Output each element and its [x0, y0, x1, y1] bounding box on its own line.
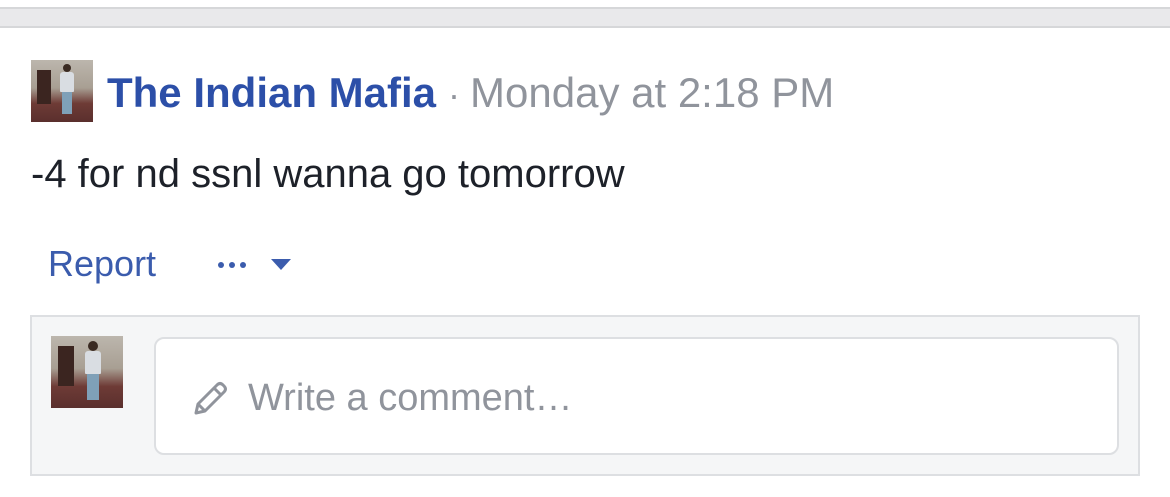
post-timestamp[interactable]: Monday at 2:18 PM: [470, 69, 834, 116]
divider-band: [0, 7, 1170, 28]
comment-placeholder: Write a comment…: [248, 377, 573, 419]
author-name-link[interactable]: The Indian Mafia: [107, 69, 436, 116]
caret-down-icon: [271, 259, 291, 270]
comment-composer: Write a comment…: [30, 315, 1140, 476]
header-separator: ·: [448, 74, 461, 115]
author-avatar[interactable]: [31, 60, 93, 122]
post-actions: Report: [48, 240, 291, 288]
post-card: The Indian Mafia · Monday at 2:18 PM -4 fo…: [0, 30, 1170, 497]
feed-divider: [0, 0, 1170, 30]
report-link[interactable]: Report: [48, 240, 156, 288]
post-header: The Indian Mafia · Monday at 2:18 PM: [107, 68, 834, 118]
ellipsis-icon: [240, 262, 246, 268]
more-options-button[interactable]: [218, 240, 298, 288]
post-body-text: -4 for nd ssnl wanna go tomorrow: [31, 152, 625, 196]
pencil-icon: [194, 382, 227, 415]
ellipsis-icon: [229, 262, 235, 268]
comment-input[interactable]: Write a comment…: [154, 337, 1119, 455]
ellipsis-icon: [218, 262, 224, 268]
commenter-avatar: [51, 336, 123, 408]
divider-top: [0, 0, 1170, 7]
